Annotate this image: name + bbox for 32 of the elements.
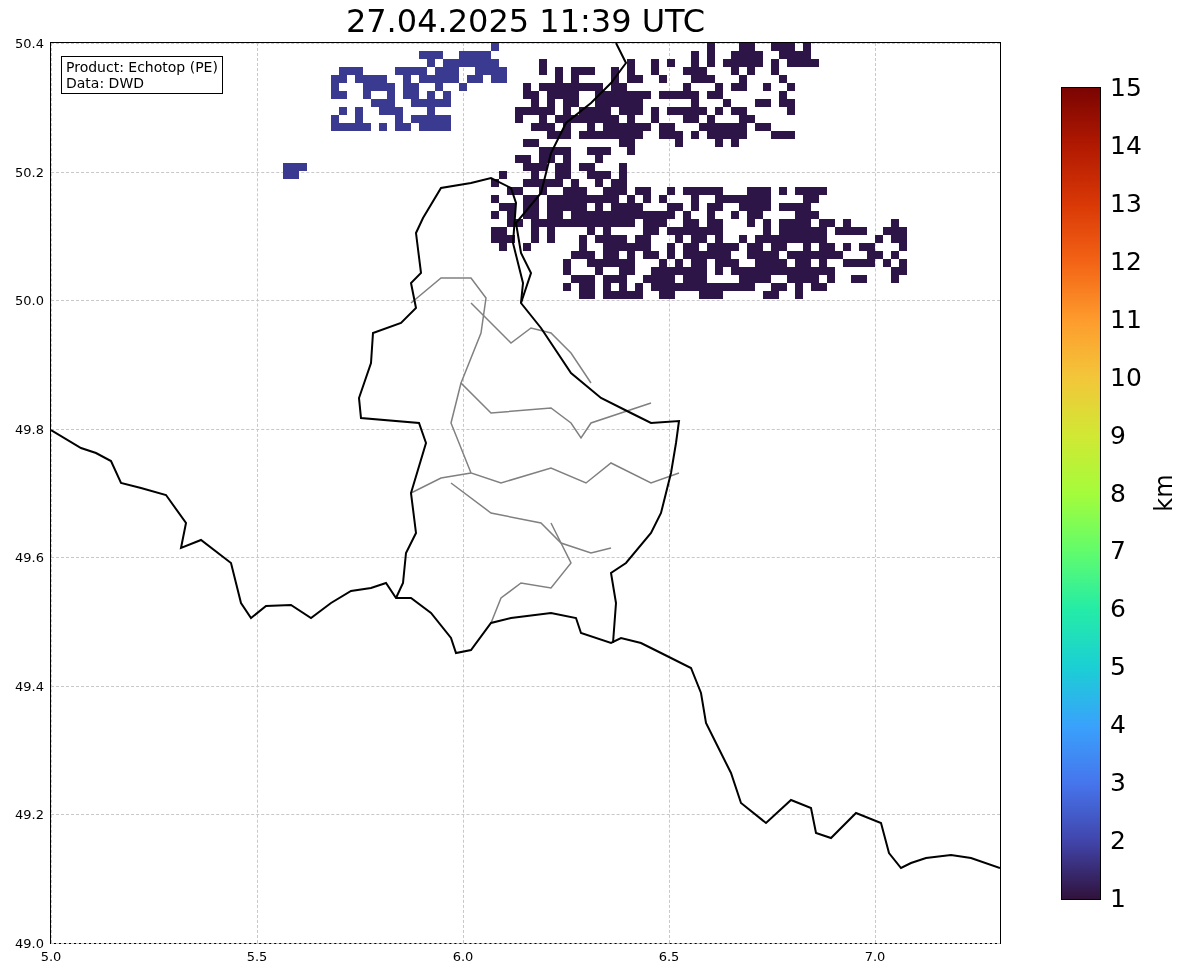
y-tick-label: 49.4 — [15, 678, 44, 694]
colorbar-tick-label: 6 — [1110, 595, 1126, 624]
colorbar-tick-label: 2 — [1110, 827, 1126, 856]
colorbar-tick-label: 1 — [1110, 885, 1126, 913]
colorbar-tick-label: 14 — [1110, 131, 1142, 160]
colorbar-tick-label: 7 — [1110, 537, 1126, 566]
x-tick-label: 6.5 — [658, 949, 680, 964]
colorbar-tick-label: 15 — [1110, 74, 1142, 102]
y-tick-label: 50.4 — [15, 35, 44, 51]
colorbar-tick-label: 13 — [1110, 189, 1142, 218]
y-tick-label: 50.2 — [15, 164, 44, 180]
colorbar-tick-label: 8 — [1110, 479, 1126, 508]
legend-line: Data: DWD — [66, 75, 145, 91]
colorbar-tick-label: 10 — [1110, 363, 1142, 392]
legend-line: Product: Echotop (PE) — [66, 59, 218, 75]
figure-title: 27.04.2025 11:39 UTC — [345, 3, 706, 39]
x-tick-label: 5.0 — [40, 949, 62, 964]
y-tick-label: 49.0 — [15, 935, 44, 951]
y-tick-label: 49.8 — [15, 421, 44, 437]
x-tick-label: 5.5 — [246, 949, 268, 964]
colorbar-tick-label: 9 — [1110, 421, 1126, 450]
y-tick-label: 49.2 — [15, 806, 44, 822]
colorbar-tick-label: 3 — [1110, 769, 1126, 798]
x-tick-label: 7.0 — [864, 949, 886, 964]
colorbar-tick-label: 5 — [1110, 653, 1126, 682]
y-tick-label: 49.6 — [15, 549, 44, 565]
y-tick-label: 50.0 — [15, 292, 44, 308]
colorbar-tick-label: 11 — [1110, 305, 1142, 334]
x-tick-label: 6.0 — [452, 949, 474, 964]
colorbar-tick-label: 4 — [1110, 711, 1126, 740]
colorbar-tick-label: 12 — [1110, 247, 1142, 276]
colorbar-label: km — [1149, 474, 1178, 512]
